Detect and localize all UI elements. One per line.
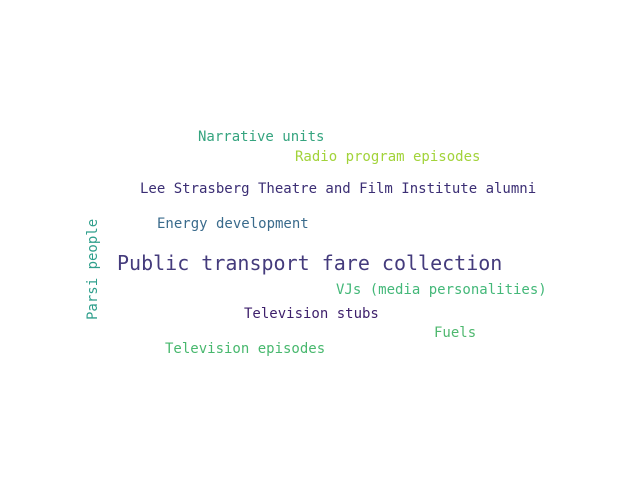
word-energy-development: Energy development [157, 216, 309, 232]
word-television-stubs: Television stubs [244, 306, 379, 322]
word-television-episodes: Television episodes [165, 341, 326, 357]
word-cloud: Narrative units Radio program episodes L… [0, 0, 640, 480]
word-lee-strasberg-alumni: Lee Strasberg Theatre and Film Institute… [140, 181, 537, 197]
word-vjs-media-personalities: VJs (media personalities) [336, 282, 547, 298]
word-parsi-people: Parsi people [85, 218, 101, 320]
word-fuels: Fuels [434, 325, 477, 341]
word-public-transport-fare-collection: Public transport fare collection [117, 251, 503, 275]
word-narrative-units: Narrative units [198, 129, 325, 145]
word-radio-program-episodes: Radio program episodes [295, 149, 481, 165]
